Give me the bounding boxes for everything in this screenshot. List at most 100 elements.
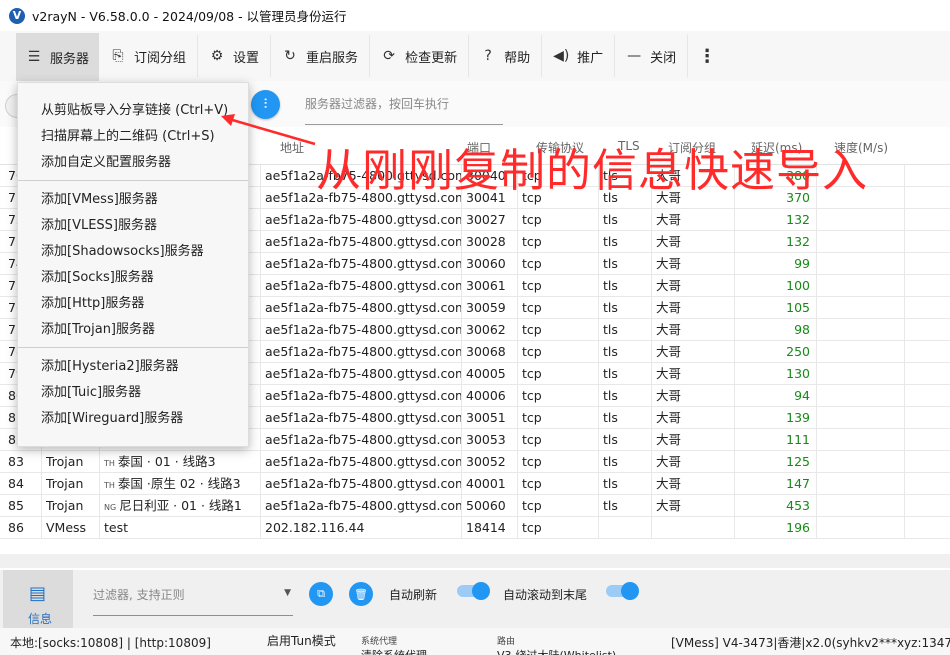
cell-speed: [817, 275, 905, 297]
cell-speed: [817, 407, 905, 429]
menu-item[interactable]: 添加[VMess]服务器: [18, 187, 248, 213]
cell-address: ae5f1a2a-fb75-4800.gttysd.com: [261, 341, 462, 363]
info-tab[interactable]: ▤ 信息: [3, 570, 73, 628]
toolbar-help-button[interactable]: ? 帮助: [469, 35, 543, 77]
cell-speed: [817, 253, 905, 275]
menu-item[interactable]: 添加[Http]服务器: [18, 291, 248, 317]
cell-sub: 大哥: [652, 253, 735, 275]
cell-port: 30027: [462, 209, 518, 231]
menu-item[interactable]: 添加[Wireguard]服务器: [18, 406, 248, 432]
cell-transport: tcp: [518, 451, 599, 473]
cell-port: 40005: [462, 363, 518, 385]
cell-speed: [817, 297, 905, 319]
cell-tls: tls: [599, 495, 652, 517]
cell-delay: 105: [735, 297, 817, 319]
menu-item[interactable]: 从剪贴板导入分享链接 (Ctrl+V): [18, 98, 248, 124]
cell-delay: 147: [735, 473, 817, 495]
cell-no: 83: [4, 451, 42, 473]
auto-scroll-toggle[interactable]: [606, 582, 639, 600]
tun-mode-label[interactable]: 启用Tun模式: [267, 632, 336, 649]
toolbar-label: 订阅分组: [134, 50, 187, 66]
cell-speed: [817, 385, 905, 407]
cell-port: 30059: [462, 297, 518, 319]
more-options-icon[interactable]: ⋮: [688, 31, 726, 81]
gear-icon: ⚙: [210, 48, 224, 64]
cell-tls: tls: [599, 275, 652, 297]
cell-address: 202.182.116.44: [261, 517, 462, 539]
clear-log-button[interactable]: 🗑: [349, 582, 373, 606]
menu-item[interactable]: 添加自定义配置服务器: [18, 150, 248, 176]
cell-tls: [599, 517, 652, 539]
cell-speed: [817, 495, 905, 517]
cell-type: Trojan: [42, 495, 100, 517]
cell-address: ae5f1a2a-fb75-4800.gttysd.com: [261, 429, 462, 451]
cell-delay: 94: [735, 385, 817, 407]
cell-remark: NG 尼日利亚 · 01 · 线路1: [100, 495, 261, 517]
cell-sub: 大哥: [652, 275, 735, 297]
table-row[interactable]: 83 Trojan TH 泰国 · 01 · 线路3 ae5f1a2a-fb75-480…: [0, 451, 950, 473]
cell-delay: 100: [735, 275, 817, 297]
cell-address: ae5f1a2a-fb75-4800.gttysd.com: [261, 495, 462, 517]
auto-scroll-label: 自动滚动到末尾: [503, 588, 588, 602]
server-filter-input[interactable]: 服务器过滤器，按回车执行: [305, 95, 503, 125]
cell-delay: 250: [735, 341, 817, 363]
speaker-icon: ◀): [553, 48, 570, 64]
toolbar-label: 推广: [577, 50, 604, 66]
toolbar-label: 设置: [233, 50, 260, 66]
table-row[interactable]: 85 Trojan NG 尼日利亚 · 01 · 线路1 ae5f1a2a-fb75-4…: [0, 495, 950, 517]
cell-remark: TH 泰国 ·原生 02 · 线路3: [100, 473, 261, 495]
cell-delay: 453: [735, 495, 817, 517]
toolbar-label: 重启服务: [306, 50, 359, 66]
annotation-text: 从刚刚复制的信息快速导入: [316, 144, 869, 197]
cell-transport: tcp: [518, 407, 599, 429]
cell-address: ae5f1a2a-fb75-4800.gttysd.com: [261, 253, 462, 275]
dropdown-arrow-icon[interactable]: ▼: [284, 588, 291, 598]
subscription-icon: ⎘: [112, 48, 124, 64]
message-icon: ▤: [29, 583, 47, 604]
copy-log-button[interactable]: ⧉: [309, 582, 333, 606]
cell-address: ae5f1a2a-fb75-4800.gttysd.com: [261, 297, 462, 319]
cell-transport: tcp: [518, 209, 599, 231]
cell-transport: tcp: [518, 473, 599, 495]
cell-transport: tcp: [518, 495, 599, 517]
menu-item[interactable]: 添加[Shadowsocks]服务器: [18, 239, 248, 265]
toolbar-servers-button[interactable]: ☰ 服务器: [16, 33, 100, 81]
restart-icon: ↻: [284, 48, 296, 64]
cell-no: 85: [4, 495, 42, 517]
menu-item[interactable]: 添加[Trojan]服务器: [18, 317, 248, 343]
country-flag-icon: NG: [104, 503, 117, 512]
table-row[interactable]: 84 Trojan TH 泰国 ·原生 02 · 线路3 ae5f1a2a-fb75-4…: [0, 473, 950, 495]
toolbar-speaker-button[interactable]: ◀) 推广: [542, 35, 616, 77]
cell-tls: tls: [599, 385, 652, 407]
toolbar-minus-button[interactable]: — 关闭: [615, 35, 689, 77]
cell-port: 18414: [462, 517, 518, 539]
toolbar-subscription-button[interactable]: ⎘ 订阅分组: [99, 35, 199, 77]
toggle-knob: [621, 582, 639, 600]
toolbar-gear-button[interactable]: ⚙ 设置: [198, 35, 272, 77]
menu-item[interactable]: 添加[Socks]服务器: [18, 265, 248, 291]
cell-tls: tls: [599, 473, 652, 495]
cell-sub: 大哥: [652, 473, 735, 495]
menu-item[interactable]: 添加[VLESS]服务器: [18, 213, 248, 239]
v2rayn-logo-icon: V: [9, 7, 25, 24]
toolbar-update-button[interactable]: ⟳ 检查更新: [370, 35, 470, 77]
menu-item[interactable]: 扫描屏幕上的二维码 (Ctrl+S): [18, 124, 248, 150]
log-filter-input[interactable]: 过滤器, 支持正则 ▼: [93, 584, 293, 616]
cell-address: ae5f1a2a-fb75-4800.gttysd.com: [261, 209, 462, 231]
routing-select[interactable]: V3-绕过大陆(Whitelist): [497, 647, 616, 655]
menu-item[interactable]: 添加[Hysteria2]服务器: [18, 354, 248, 380]
cell-tls: tls: [599, 209, 652, 231]
country-flag-icon: TH: [104, 481, 115, 490]
system-proxy-select[interactable]: 清除系统代理: [361, 647, 427, 655]
horizontal-scrollbar[interactable]: [0, 554, 950, 568]
remark-text: 泰国 ·原生 02 · 线路3: [117, 476, 241, 491]
annotation-arrow: [221, 114, 316, 146]
toolbar-restart-button[interactable]: ↻ 重启服务: [271, 35, 371, 77]
cell-address: ae5f1a2a-fb75-4800.gttysd.com: [261, 451, 462, 473]
auto-refresh-toggle[interactable]: [457, 582, 490, 600]
cell-delay: 111: [735, 429, 817, 451]
country-flag-icon: TH: [104, 459, 115, 468]
table-row[interactable]: 86 VMess test 202.182.116.44 18414 tcp 196: [0, 517, 950, 539]
menu-item[interactable]: 添加[Tuic]服务器: [18, 380, 248, 406]
log-panel: ▤ 信息 过滤器, 支持正则 ▼ ⧉ 🗑 自动刷新 自动滚动到末尾: [0, 570, 950, 628]
